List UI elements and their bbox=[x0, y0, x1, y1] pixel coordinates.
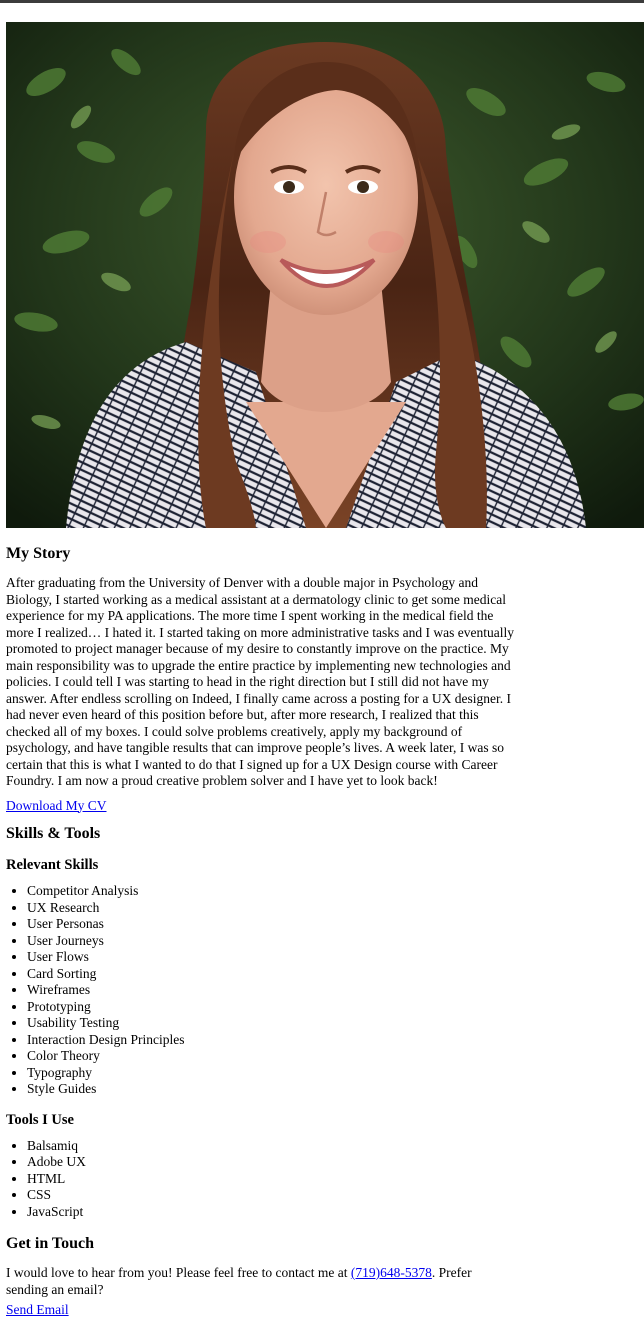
my-story-text: After graduating from the University of … bbox=[6, 575, 514, 788]
email-line: Send Email bbox=[6, 1302, 644, 1319]
list-item: Card Sorting bbox=[27, 966, 644, 983]
cv-line: Download My CV bbox=[6, 798, 644, 815]
list-item: Style Guides bbox=[27, 1081, 644, 1098]
list-item: JavaScript bbox=[27, 1204, 644, 1221]
list-item: User Journeys bbox=[27, 933, 644, 950]
list-item: Wireframes bbox=[27, 982, 644, 999]
list-item: Balsamiq bbox=[27, 1138, 644, 1155]
phone-link[interactable]: (719)648-5378 bbox=[351, 1265, 432, 1280]
list-item: Competitor Analysis bbox=[27, 883, 644, 900]
skills-tools-heading: Skills & Tools bbox=[6, 825, 101, 842]
about-page: About bbox=[6, 0, 644, 1319]
list-item: Usability Testing bbox=[27, 1015, 644, 1032]
tools-heading: Tools I Use bbox=[6, 1111, 74, 1128]
send-email-link[interactable]: Send Email bbox=[6, 1302, 69, 1317]
list-item: Interaction Design Principles bbox=[27, 1032, 644, 1049]
window-top-border bbox=[0, 0, 644, 3]
page-title: About bbox=[6, 0, 644, 22]
relevant-skills-heading: Relevant Skills bbox=[6, 857, 99, 873]
contact-text-before: I would love to hear from you! Please fe… bbox=[6, 1265, 351, 1280]
list-item: Adobe UX bbox=[27, 1154, 644, 1171]
list-item: Color Theory bbox=[27, 1048, 644, 1065]
get-in-touch-heading: Get in Touch bbox=[6, 1235, 95, 1252]
list-item: Typography bbox=[27, 1065, 644, 1082]
my-story-heading: My Story bbox=[6, 545, 71, 562]
list-item: User Flows bbox=[27, 949, 644, 966]
list-item: HTML bbox=[27, 1171, 644, 1188]
contact-text: I would love to hear from you! Please fe… bbox=[6, 1265, 506, 1298]
download-cv-link[interactable]: Download My CV bbox=[6, 798, 107, 813]
list-item: UX Research bbox=[27, 900, 644, 917]
list-item: Prototyping bbox=[27, 999, 644, 1016]
relevant-skills-list: Competitor Analysis UX Research User Per… bbox=[6, 883, 644, 1098]
list-item: User Personas bbox=[27, 916, 644, 933]
list-item: CSS bbox=[27, 1187, 644, 1204]
tools-list: Balsamiq Adobe UX HTML CSS JavaScript bbox=[6, 1138, 644, 1221]
profile-photo bbox=[6, 22, 644, 528]
